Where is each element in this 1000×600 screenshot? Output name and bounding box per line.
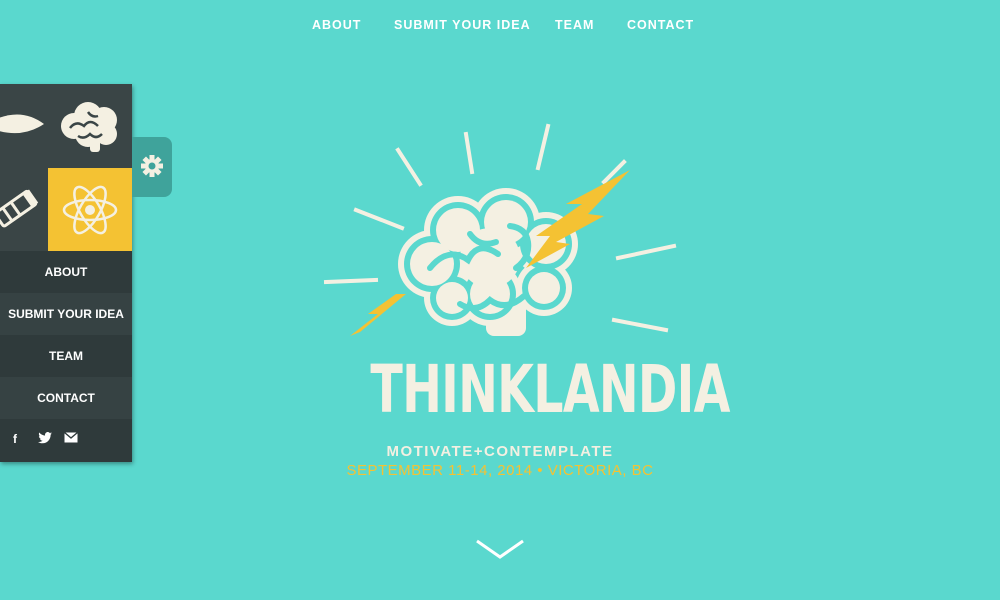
email-icon[interactable]	[64, 431, 78, 446]
top-navigation: ABOUT SUBMIT YOUR IDEA TEAM CONTACT	[0, 18, 1000, 38]
tile-atom[interactable]	[48, 168, 132, 251]
nav-link-team[interactable]: TEAM	[555, 18, 594, 32]
nav-link-submit-idea[interactable]: SUBMIT YOUR IDEA	[394, 18, 531, 32]
scroll-down-button[interactable]	[474, 536, 526, 567]
thinklandia-logo	[320, 118, 680, 353]
side-menu-contact[interactable]: CONTACT	[0, 377, 132, 419]
facebook-icon[interactable]: f	[13, 432, 17, 446]
chevron-down-icon	[476, 539, 524, 559]
gear-icon	[141, 155, 163, 177]
pencil-icon	[0, 189, 39, 228]
event-dates: SEPTEMBER 11-14, 2014 • VICTORIA, BC	[346, 462, 654, 479]
side-menu-team[interactable]: TEAM	[0, 335, 132, 377]
settings-toggle[interactable]	[132, 137, 172, 197]
tile-brain[interactable]	[48, 84, 132, 168]
nav-link-about[interactable]: ABOUT	[312, 18, 361, 32]
brand-title: THINKLANDIA	[370, 351, 730, 428]
atom-icon	[62, 185, 118, 235]
social-links: f	[0, 419, 132, 462]
tagline: MOTIVATE+CONTEMPLATE	[386, 443, 614, 460]
nav-link-contact[interactable]: CONTACT	[627, 18, 694, 32]
side-menu-panel: ABOUT SUBMIT YOUR IDEA TEAM CONTACT f	[0, 84, 132, 462]
side-menu-about[interactable]: ABOUT	[0, 251, 132, 293]
brain-icon	[61, 102, 117, 152]
tile-lightbulb[interactable]	[0, 84, 48, 168]
lightbulb-icon	[0, 114, 44, 134]
side-menu-submit-idea[interactable]: SUBMIT YOUR IDEA	[0, 293, 132, 335]
twitter-icon[interactable]	[38, 432, 52, 447]
tile-pencil[interactable]	[0, 168, 48, 251]
